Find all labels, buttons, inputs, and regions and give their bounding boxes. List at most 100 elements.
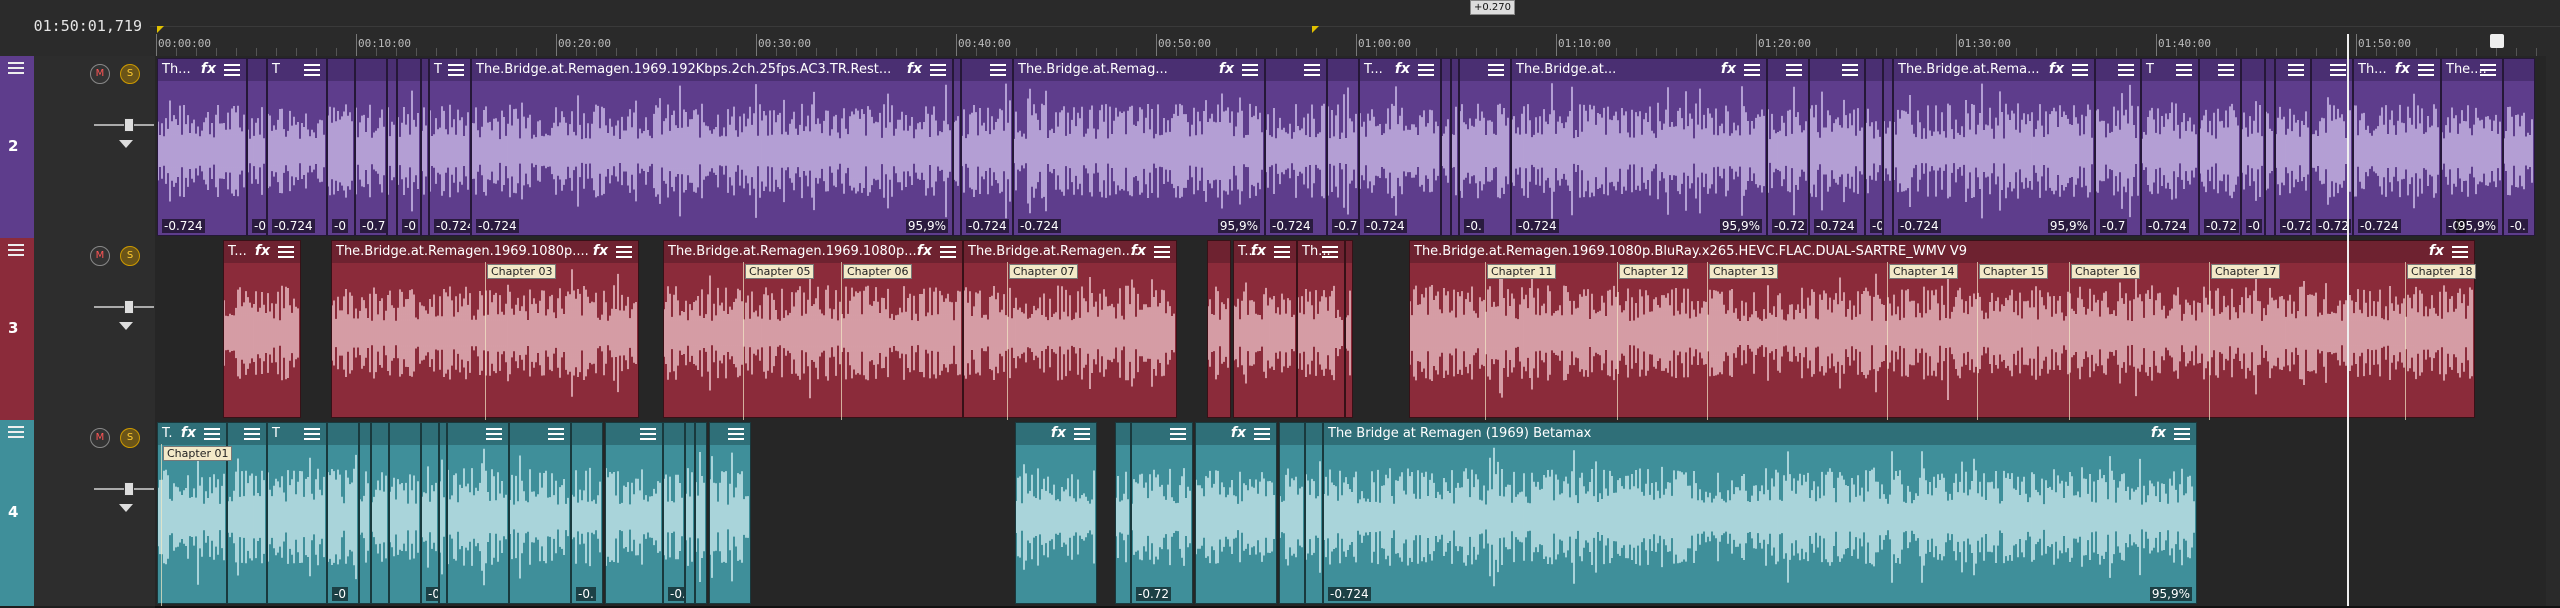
mute-button[interactable]: M: [90, 64, 110, 84]
event-menu-icon[interactable]: [224, 64, 240, 77]
track-number-strip[interactable]: 4: [0, 420, 34, 606]
audio-event[interactable]: -0.72: [2199, 58, 2241, 236]
audio-event[interactable]: [1883, 58, 1893, 236]
audio-event[interactable]: [389, 422, 421, 604]
event-fx-icon[interactable]: fx: [1395, 61, 1410, 77]
audio-event[interactable]: -0.72: [1327, 58, 1359, 236]
event-menu-icon[interactable]: [1744, 64, 1760, 77]
audio-event[interactable]: [447, 422, 509, 604]
volume-slider-knob[interactable]: [124, 482, 134, 496]
event-menu-icon[interactable]: [2418, 64, 2434, 77]
event-menu-icon[interactable]: [304, 428, 320, 441]
timeline-ruler[interactable]: +0.270 00:00:00 00:10:00 00:20:00 00:30:00 0…: [150, 0, 2560, 57]
audio-event[interactable]: [1305, 422, 1323, 604]
audio-event[interactable]: [1115, 422, 1131, 604]
audio-event[interactable]: [685, 422, 695, 604]
audio-event[interactable]: [2265, 58, 2275, 236]
event-menu-icon[interactable]: [1842, 64, 1858, 77]
audio-event[interactable]: -0.7: [2095, 58, 2141, 236]
audio-event[interactable]: -0: [327, 58, 355, 236]
track-expand-icon[interactable]: [119, 504, 133, 512]
solo-button[interactable]: S: [120, 246, 140, 266]
solo-button[interactable]: S: [120, 64, 140, 84]
event-menu-icon[interactable]: [1170, 428, 1186, 441]
track-expand-icon[interactable]: [119, 322, 133, 330]
event-menu-icon[interactable]: [1322, 246, 1338, 259]
event-fx-icon[interactable]: fx: [2151, 425, 2166, 441]
audio-event[interactable]: -0.: [1459, 58, 1511, 236]
audio-event[interactable]: -0.724: [961, 58, 1013, 236]
audio-event[interactable]: [1279, 422, 1305, 604]
track-menu-icon[interactable]: [8, 244, 24, 258]
audio-event[interactable]: -0: [247, 58, 267, 236]
event-fx-icon[interactable]: fx: [1251, 243, 1266, 259]
audio-event[interactable]: [1441, 58, 1451, 236]
audio-event[interactable]: -0.72: [1767, 58, 1809, 236]
event-menu-icon[interactable]: [548, 428, 564, 441]
chapter-marker[interactable]: Chapter 16: [2071, 264, 2141, 279]
audio-event[interactable]: The Bridge at Remagen (1969) Betamax fx -0…: [1323, 422, 2197, 604]
event-menu-icon[interactable]: [2288, 64, 2304, 77]
event-fx-icon[interactable]: fx: [1131, 243, 1146, 259]
event-menu-icon[interactable]: [1254, 428, 1270, 441]
audio-event[interactable]: The.Bridge.at.Remag... fx -0.724 95,9%: [1013, 58, 1265, 236]
audio-event[interactable]: -0: [1865, 58, 1883, 236]
chapter-marker[interactable]: Chapter 18: [2407, 264, 2477, 279]
audio-event[interactable]: -0.: [571, 422, 603, 604]
event-menu-icon[interactable]: [1242, 64, 1258, 77]
audio-event[interactable]: [695, 422, 707, 604]
event-fx-icon[interactable]: fx: [181, 425, 196, 441]
track-expand-icon[interactable]: [119, 140, 133, 148]
audio-event[interactable]: The.Bridge.at... fx -0.724 95,9%: [1511, 58, 1767, 236]
event-menu-icon[interactable]: [2480, 64, 2496, 77]
event-menu-icon[interactable]: [304, 64, 320, 77]
event-fx-icon[interactable]: fx: [593, 243, 608, 259]
event-menu-icon[interactable]: [1154, 246, 1170, 259]
chapter-marker[interactable]: Chapter 11: [1487, 264, 1557, 279]
audio-event[interactable]: [709, 422, 751, 604]
mute-button[interactable]: M: [90, 428, 110, 448]
track-header-3[interactable]: 3 M S: [0, 238, 155, 420]
audio-event[interactable]: -0.: [2503, 58, 2535, 236]
audio-event[interactable]: [1207, 240, 1231, 418]
audio-event[interactable]: T -0.724: [2141, 58, 2199, 236]
chapter-marker[interactable]: Chapter 15: [1979, 264, 2049, 279]
audio-event[interactable]: [605, 422, 663, 604]
event-menu-icon[interactable]: [940, 246, 956, 259]
chapter-marker[interactable]: Chapter 01: [163, 446, 233, 461]
audio-event[interactable]: -0: [397, 58, 421, 236]
cursor-flag-icon[interactable]: [2490, 34, 2504, 48]
audio-event[interactable]: [509, 422, 571, 604]
event-menu-icon[interactable]: [2330, 64, 2346, 77]
event-menu-icon[interactable]: [1274, 246, 1290, 259]
audio-event[interactable]: T: [267, 422, 327, 604]
chapter-marker[interactable]: Chapter 03: [487, 264, 557, 279]
event-menu-icon[interactable]: [1304, 64, 1320, 77]
event-fx-icon[interactable]: fx: [1231, 425, 1246, 441]
audio-event[interactable]: [1345, 240, 1353, 418]
audio-event[interactable]: [439, 422, 447, 604]
chapter-marker[interactable]: Chapter 12: [1619, 264, 1689, 279]
volume-slider-knob[interactable]: [124, 300, 134, 314]
event-menu-icon[interactable]: [2072, 64, 2088, 77]
volume-slider-knob[interactable]: [124, 118, 134, 132]
event-menu-icon[interactable]: [640, 428, 656, 441]
event-fx-icon[interactable]: fx: [1051, 425, 1066, 441]
event-menu-icon[interactable]: [930, 64, 946, 77]
audio-event[interactable]: Th... fx -0.724: [2353, 58, 2441, 236]
solo-button[interactable]: S: [120, 428, 140, 448]
event-menu-icon[interactable]: [2452, 246, 2468, 259]
event-fx-icon[interactable]: fx: [2429, 243, 2444, 259]
event-fx-icon[interactable]: fx: [907, 61, 922, 77]
track-lane-3[interactable]: T... fx The.Bridge.at.Remagen.1969.1080p..…: [155, 238, 2560, 422]
track-lane-2[interactable]: Th... fx -0.724 -0 T -0.724 -0 -0.7 -0 T -0.724 The…: [155, 56, 2560, 240]
audio-event[interactable]: -0.724: [1265, 58, 1327, 236]
event-menu-icon[interactable]: [1488, 64, 1504, 77]
chapter-marker[interactable]: Chapter 07: [1009, 264, 1079, 279]
audio-event[interactable]: -0.7: [355, 58, 387, 236]
track-number-strip[interactable]: 2: [0, 56, 34, 238]
audio-event[interactable]: -0.: [663, 422, 685, 604]
event-fx-icon[interactable]: fx: [917, 243, 932, 259]
audio-event[interactable]: T -0.724: [429, 58, 471, 236]
audio-event[interactable]: fx: [1015, 422, 1097, 604]
